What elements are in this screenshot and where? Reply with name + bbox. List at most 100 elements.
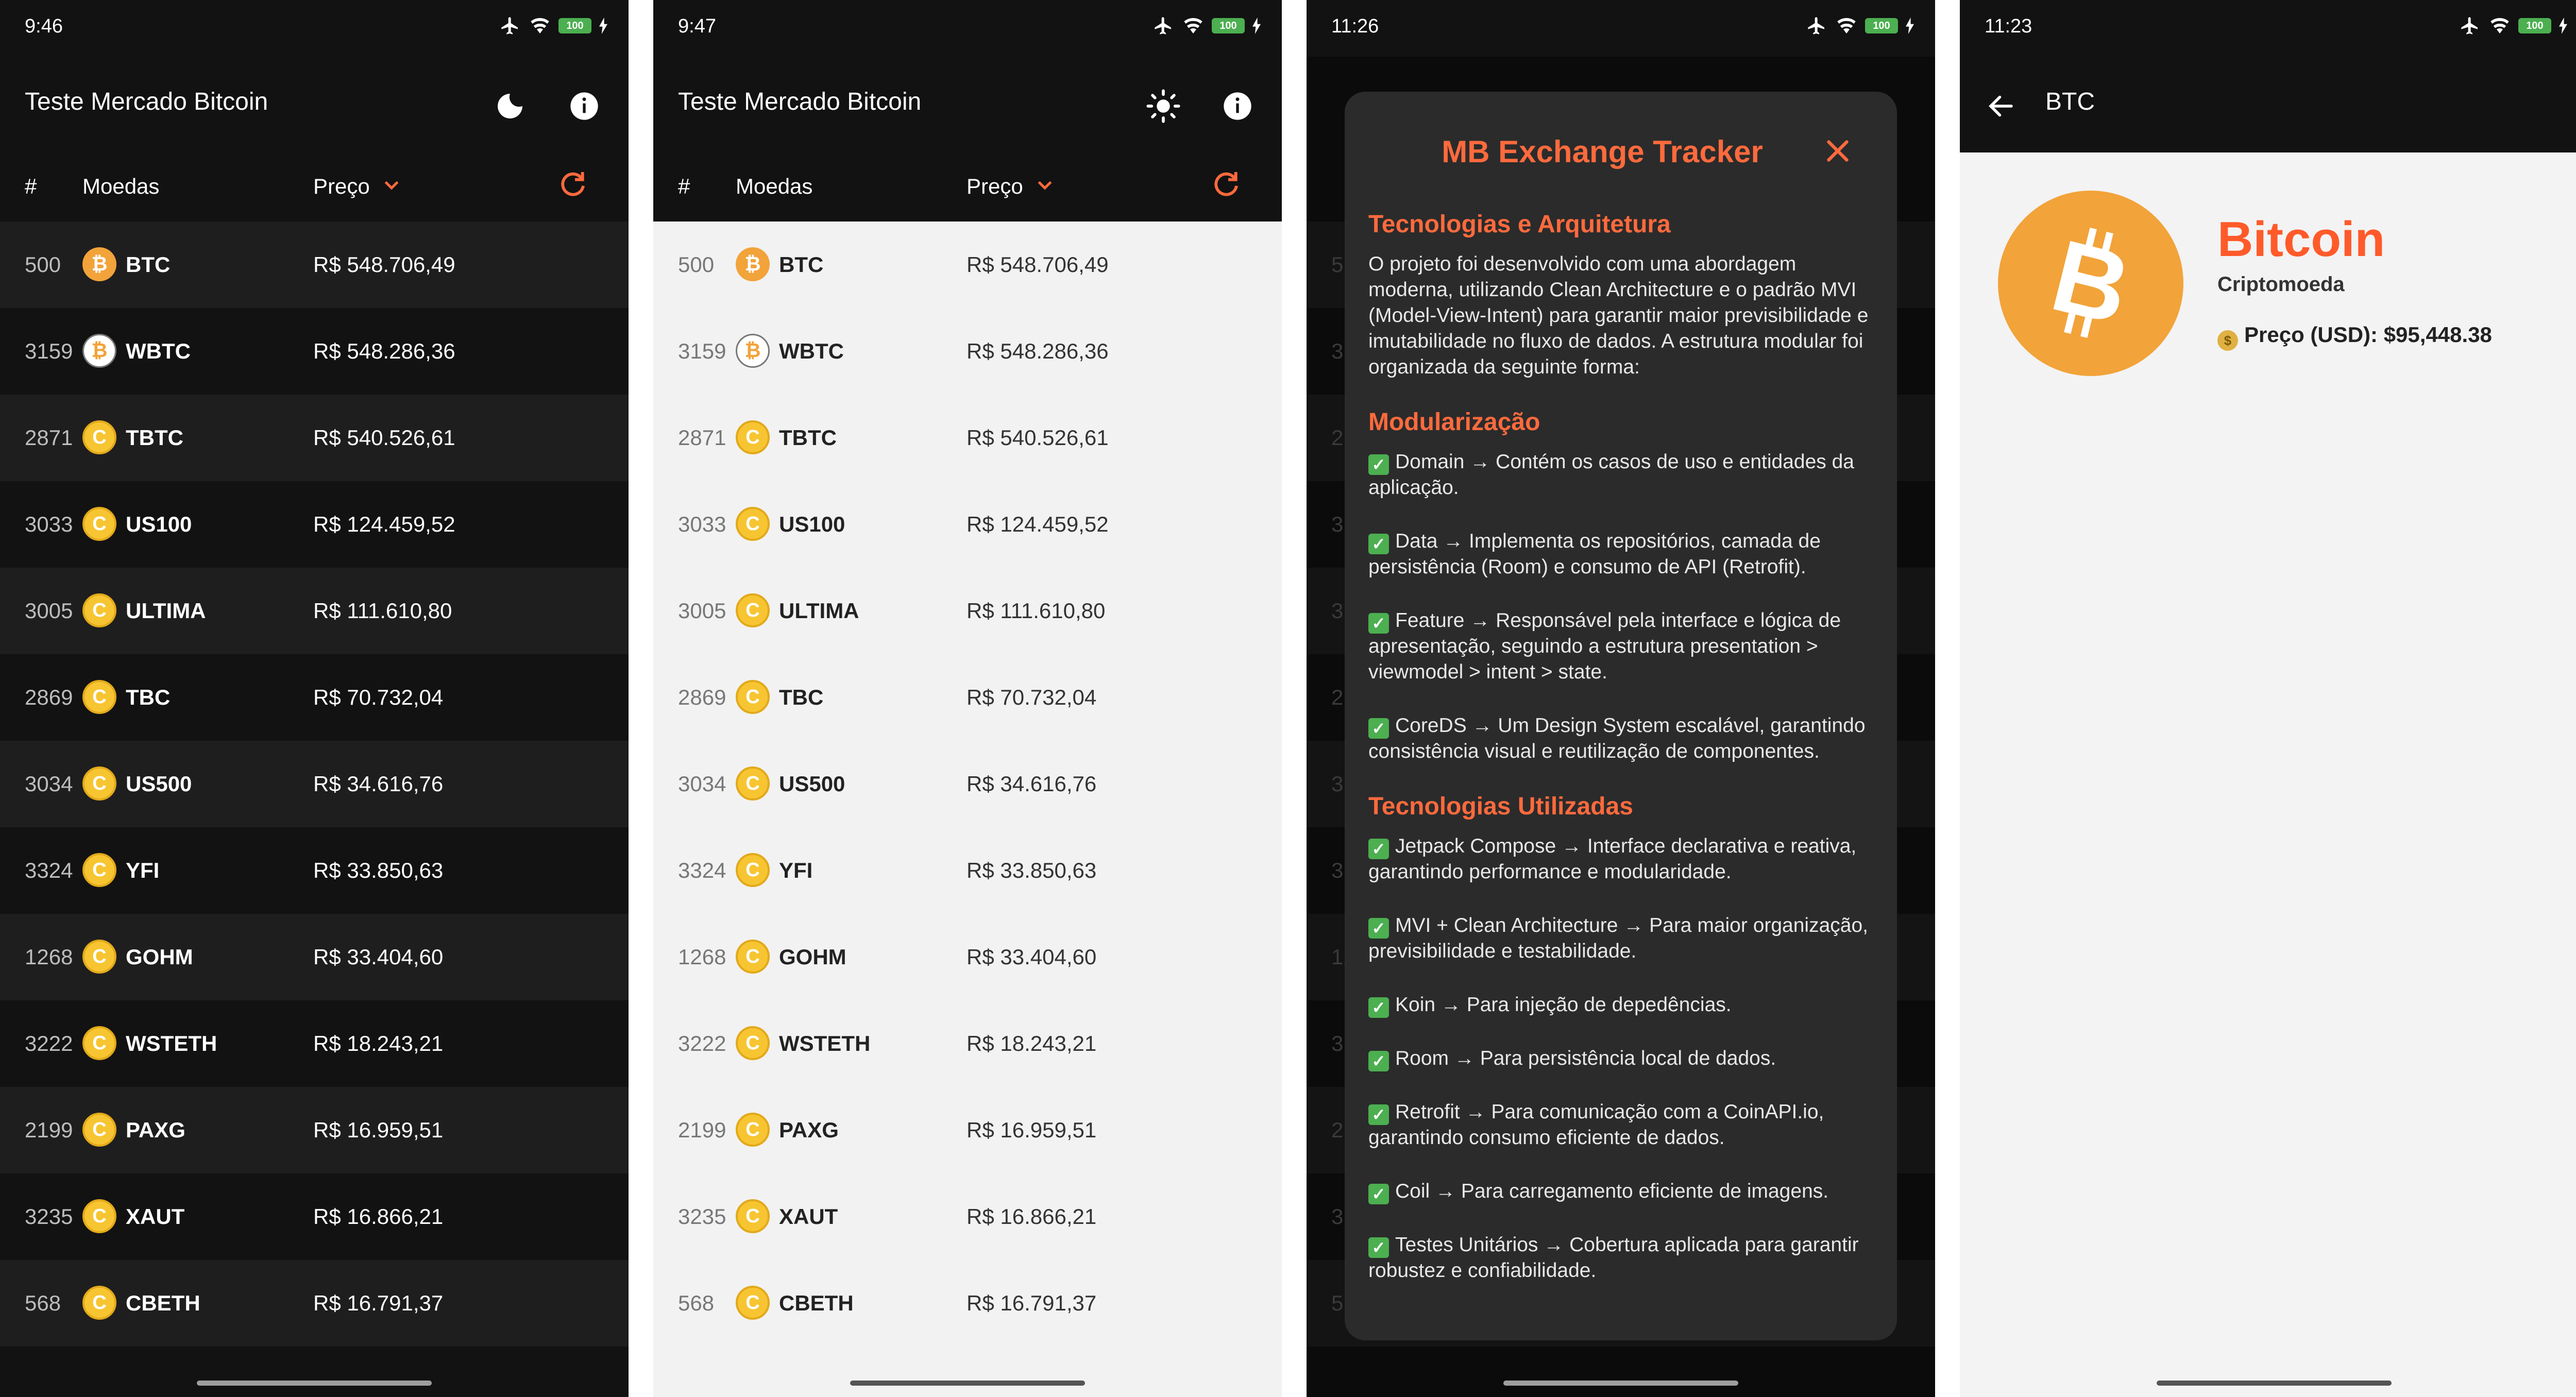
column-price-sort[interactable]: Preço [967, 174, 1023, 199]
home-indicator[interactable] [2157, 1381, 2392, 1386]
table-header: # Moedas Preço [653, 149, 1282, 222]
check-icon: ✓ [1368, 1184, 1389, 1204]
table-row[interactable]: 3005 C ULTIMA R$ 111.610,80 [0, 568, 629, 654]
table-row[interactable]: 2199 C PAXG R$ 16.959,51 [0, 1087, 629, 1173]
coin-symbol: XAUT [126, 1204, 185, 1229]
chevron-down-icon[interactable] [1035, 175, 1055, 201]
coin-symbol: US100 [779, 512, 845, 536]
coin-price: R$ 70.732,04 [313, 685, 444, 709]
coin-icon: C [82, 593, 116, 627]
coin-icon: C [736, 680, 770, 714]
coin-icon: C [736, 420, 770, 454]
coin-price: R$ 18.243,21 [967, 1031, 1097, 1055]
coin-icon: C [82, 1286, 116, 1320]
status-time: 9:47 [678, 15, 716, 37]
list-item-text: MVI + Clean Architecture → Para maior or… [1368, 914, 1869, 962]
table-row[interactable]: 500 ₿ BTC R$ 548.706,49 [653, 222, 1282, 308]
home-indicator[interactable] [197, 1381, 432, 1386]
table-row[interactable]: 3033 C US100 R$ 124.459,52 [0, 481, 629, 568]
table-row[interactable]: 2871 C TBTC R$ 540.526,61 [653, 395, 1282, 481]
airplane-icon [1808, 17, 1824, 35]
table-row[interactable]: 568 C CBETH R$ 16.791,37 [653, 1260, 1282, 1347]
table-row[interactable]: 3033 C US100 R$ 124.459,52 [653, 481, 1282, 568]
coin-price: R$ 111.610,80 [313, 599, 452, 623]
check-icon: ✓ [1368, 534, 1389, 554]
coin-rank: 2869 [25, 685, 73, 709]
coin-rank: 3034 [678, 772, 726, 796]
charging-icon [2559, 18, 2567, 34]
table-row[interactable]: 3005 C ULTIMA R$ 111.610,80 [653, 568, 1282, 654]
column-rank: # [678, 174, 690, 198]
wifi-icon [531, 18, 549, 33]
battery-icon: 100 [1865, 18, 1898, 33]
coin-rank: 3324 [25, 858, 73, 882]
battery-icon: 100 [558, 18, 591, 33]
home-indicator[interactable] [1503, 1381, 1738, 1386]
table-row[interactable]: 2869 C TBC R$ 70.732,04 [0, 654, 629, 741]
coin-rank: 3034 [25, 772, 73, 796]
table-row[interactable]: 3159 ₿ WBTC R$ 548.286,36 [0, 308, 629, 395]
close-button[interactable] [1820, 133, 1856, 169]
refresh-icon[interactable] [1210, 168, 1243, 206]
coin-price: R$ 33.850,63 [967, 858, 1097, 882]
table-row[interactable]: 3324 C YFI R$ 33.850,63 [0, 827, 629, 914]
screen-dark-list: 9:46 100 Teste Mercado Bitcoin # Moedas … [0, 0, 629, 1397]
coin-rank: 1268 [25, 945, 73, 969]
theme-toggle-button[interactable] [489, 86, 531, 127]
column-price-sort[interactable]: Preço [313, 174, 370, 199]
wifi-icon [1837, 18, 1856, 33]
table-row[interactable]: 3222 C WSTETH R$ 18.243,21 [653, 1000, 1282, 1087]
list-item: ✓ MVI + Clean Architecture → Para maior o… [1368, 913, 1873, 964]
table-row[interactable]: 2869 C TBC R$ 70.732,04 [653, 654, 1282, 741]
table-row[interactable]: 3235 C XAUT R$ 16.866,21 [0, 1173, 629, 1260]
check-icon: ✓ [1368, 1104, 1389, 1125]
table-row[interactable]: 3159 ₿ WBTC R$ 548.286,36 [653, 308, 1282, 395]
check-icon: ✓ [1368, 454, 1389, 475]
sun-icon [1146, 89, 1180, 123]
coin-icon: C [736, 1286, 770, 1320]
coin-rank: 3005 [25, 599, 73, 623]
table-header: # Moedas Preço [0, 149, 629, 222]
bitcoin-logo-icon: B [1998, 191, 2183, 376]
background-rank: 2 [1331, 425, 1344, 450]
coin-icon: C [736, 853, 770, 887]
coin-symbol: BTC [779, 252, 824, 277]
refresh-icon[interactable] [556, 168, 589, 206]
info-button[interactable] [1217, 86, 1258, 127]
table-row[interactable]: 1268 C GOHM R$ 33.404,60 [653, 914, 1282, 1000]
table-row[interactable]: 2199 C PAXG R$ 16.959,51 [653, 1087, 1282, 1173]
table-row[interactable]: 3034 C US500 R$ 34.616,76 [653, 741, 1282, 827]
coin-icon: C [82, 507, 116, 541]
coin-rank: 2199 [25, 1118, 73, 1142]
table-row[interactable]: 568 C CBETH R$ 16.791,37 [0, 1260, 629, 1347]
back-button[interactable] [1980, 86, 2022, 127]
coin-rank: 3005 [678, 599, 726, 623]
coin-price: R$ 16.959,51 [313, 1118, 444, 1142]
coin-symbol: CBETH [126, 1291, 200, 1315]
background-rank: 5 [1331, 252, 1344, 277]
coin-symbol: US100 [126, 512, 192, 536]
table-row[interactable]: 3235 C XAUT R$ 16.866,21 [653, 1173, 1282, 1260]
close-icon [1827, 140, 1849, 162]
background-rank: 3 [1331, 512, 1344, 536]
table-row[interactable]: 2871 C TBTC R$ 540.526,61 [0, 395, 629, 481]
app-title: BTC [2045, 88, 2095, 115]
table-row[interactable]: 3324 C YFI R$ 33.850,63 [653, 827, 1282, 914]
table-row[interactable]: 3222 C WSTETH R$ 18.243,21 [0, 1000, 629, 1087]
chevron-down-icon[interactable] [381, 175, 402, 201]
info-button[interactable] [564, 86, 605, 127]
table-row[interactable]: 3034 C US500 R$ 34.616,76 [0, 741, 629, 827]
coin-icon: C [736, 1026, 770, 1060]
moon-icon [498, 94, 522, 118]
table-row[interactable]: 1268 C GOHM R$ 33.404,60 [0, 914, 629, 1000]
list-item-text: Coil → Para carregamento eficiente de im… [1395, 1180, 1829, 1202]
coin-symbol: YFI [126, 858, 160, 882]
theme-toggle-button[interactable] [1143, 86, 1184, 127]
wifi-icon [2490, 18, 2509, 33]
list-item: ✓ Retrofit → Para comunicação com a CoinA… [1368, 1099, 1873, 1151]
table-row[interactable]: 500 ₿ BTC R$ 548.706,49 [0, 222, 629, 308]
home-indicator[interactable] [850, 1381, 1085, 1386]
bitcoin-icon: ₿ [82, 247, 116, 281]
coin-symbol: US500 [779, 772, 845, 796]
status-time: 11:26 [1331, 15, 1379, 37]
